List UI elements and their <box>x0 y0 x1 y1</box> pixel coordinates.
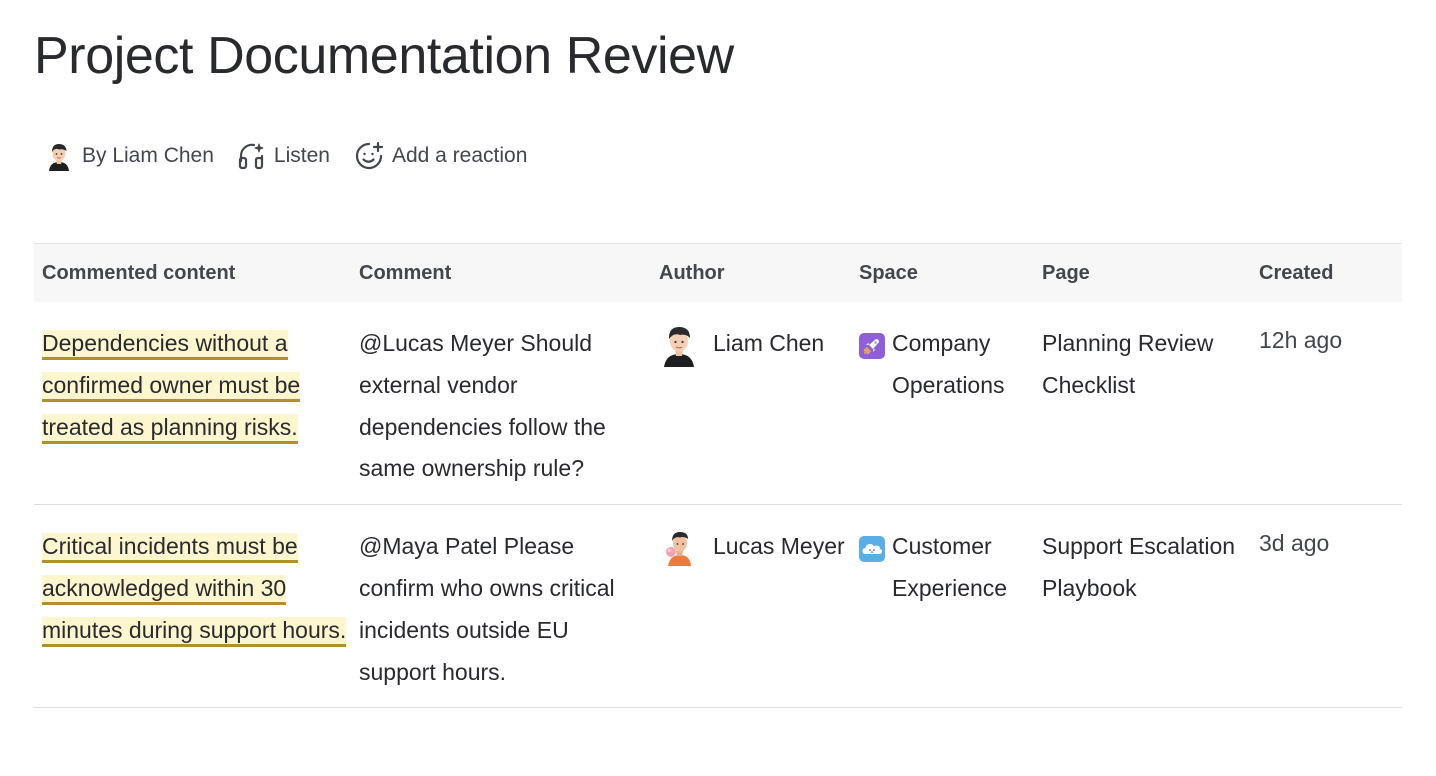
header-created[interactable]: Created <box>1251 243 1402 302</box>
page-title: Project Documentation Review <box>34 27 734 85</box>
commented-content-cell: Dependencies without a confirmed owner m… <box>34 302 351 506</box>
author-name[interactable]: Liam Chen <box>713 323 824 365</box>
header-comment[interactable]: Comment <box>351 243 651 302</box>
space-name[interactable]: Customer Experience <box>892 526 1034 610</box>
cloud-icon <box>859 534 885 576</box>
headphones-icon <box>238 141 266 171</box>
author-avatar-icon <box>44 141 74 171</box>
created-cell: 3d ago <box>1251 504 1402 709</box>
table-row: Dependencies without a confirmed owner m… <box>34 302 1402 506</box>
avatar-liam-chen-icon <box>659 323 699 381</box>
author-cell: Liam Chen <box>651 302 851 506</box>
header-page[interactable]: Page <box>1034 243 1251 302</box>
page-cell[interactable]: Support Escalation Playbook <box>1034 504 1251 709</box>
author-name[interactable]: Lucas Meyer <box>713 526 845 568</box>
header-space[interactable]: Space <box>851 243 1034 302</box>
comment-cell: @Lucas Meyer Should external vendor depe… <box>351 302 651 506</box>
table-header-row: Commented content Comment Author Space P… <box>34 243 1402 302</box>
header-author[interactable]: Author <box>651 243 851 302</box>
header-commented-content[interactable]: Commented content <box>34 243 351 302</box>
add-reaction-icon <box>354 141 384 171</box>
byline: By Liam Chen Listen Add a reaction <box>44 139 527 173</box>
author-byline[interactable]: By Liam Chen <box>44 141 214 171</box>
space-cell: Customer Experience <box>851 504 1034 709</box>
created-time: 12h ago <box>1259 327 1343 353</box>
space-cell: Company Operations <box>851 302 1034 506</box>
add-reaction-label: Add a reaction <box>391 144 528 167</box>
created-cell: 12h ago <box>1251 302 1402 506</box>
comments-table: Commented content Comment Author Space P… <box>34 243 1402 709</box>
commented-content-cell: Critical incidents must be acknowledged … <box>34 504 351 709</box>
add-reaction-button[interactable]: Add a reaction <box>354 141 527 171</box>
listen-label: Listen <box>273 144 330 167</box>
space-name[interactable]: Company Operations <box>892 323 1034 407</box>
listen-button[interactable]: Listen <box>238 141 330 171</box>
highlighted-content[interactable]: Dependencies without a confirmed owner m… <box>42 330 301 444</box>
page-cell[interactable]: Planning Review Checklist <box>1034 302 1251 506</box>
highlighted-content[interactable]: Critical incidents must be acknowledged … <box>42 533 347 647</box>
table-row: Critical incidents must be acknowledged … <box>34 504 1402 709</box>
author-cell: Lucas Meyer <box>651 504 851 709</box>
author-byline-label: By Liam Chen <box>82 144 214 167</box>
created-time: 3d ago <box>1259 530 1330 557</box>
comment-cell: @Maya Patel Please confirm who owns crit… <box>351 504 651 709</box>
rocket-icon <box>859 331 885 373</box>
avatar-lucas-meyer-icon <box>659 526 699 584</box>
